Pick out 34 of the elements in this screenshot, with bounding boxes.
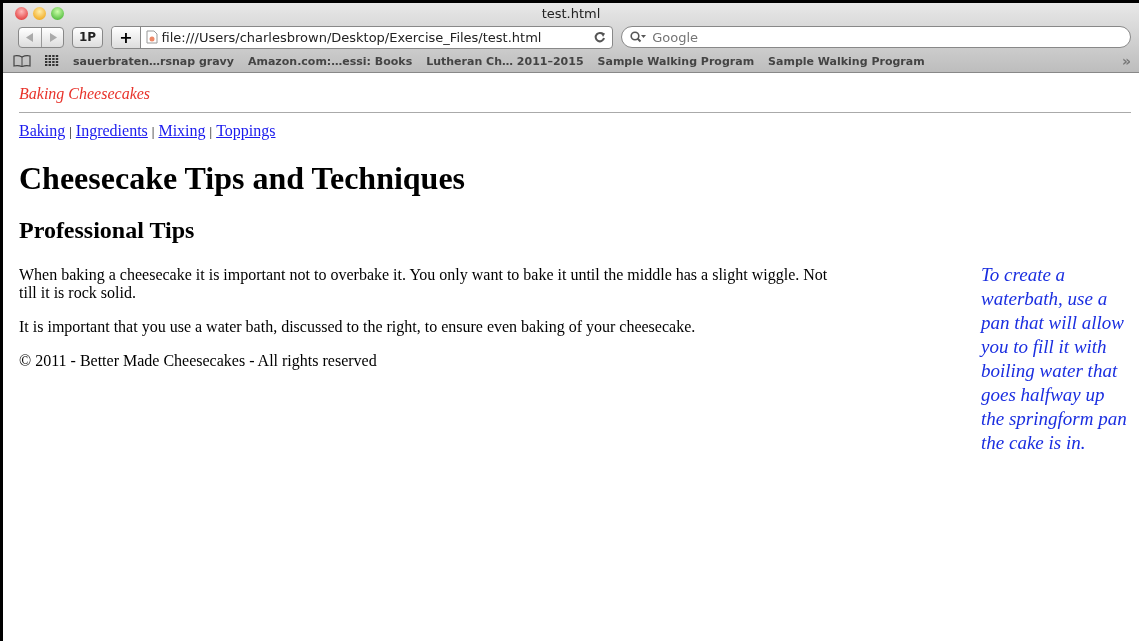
window-title: test.html [541, 6, 601, 21]
paragraph: It is important that you use a water bath, discussed to the right, to ensure even baking of your cheesecake. [19, 318, 697, 336]
reload-icon[interactable] [594, 31, 607, 43]
nav-link[interactable]: Toppings [216, 122, 276, 140]
bookmark-link[interactable]: Lutheran Ch… 2011–2015 [426, 54, 584, 68]
back-arrow-icon [26, 32, 34, 42]
nav-separator: | [69, 124, 72, 140]
forward-arrow-icon [48, 32, 57, 42]
file-icon [145, 30, 158, 44]
search-field[interactable]: Google [621, 26, 1131, 48]
address-field[interactable]: + file:///Users/charlesbrown/Desktop/Exercise_Files/test.html [111, 25, 614, 49]
add-bookmark-button[interactable]: + [112, 26, 141, 48]
close-icon[interactable] [15, 7, 28, 20]
search-icon [630, 31, 647, 43]
paragraph: When baking a cheesecake it is important not to overbake it. You only want to bake it until the middle has a slight wiggle. Not till it is rock solid. [19, 266, 829, 302]
search-field[interactable]: Google [650, 28, 1122, 46]
book-icon[interactable] [13, 55, 31, 67]
navigation-buttons[interactable] [18, 26, 64, 48]
reader-button[interactable]: 1P [72, 26, 104, 48]
bookmark-link[interactable]: sauerbraten…rsnap gravy [73, 54, 234, 68]
site-title: Baking Cheesecakes [19, 85, 152, 103]
nav-link[interactable]: Mixing [158, 122, 206, 140]
nav-separator: | [151, 124, 155, 140]
paragraph: © 2011 - Better Made Cheesecakes - All rights reserved [19, 352, 378, 370]
nav-link[interactable]: Ingredients [75, 122, 148, 140]
aside-note: To create a waterbath, use a pan that will allow you to fill it with boiling water that goes halfway up the springform pan the cake is in. [981, 263, 1128, 455]
section-heading: Professional Tips [19, 217, 196, 244]
grid-icon[interactable] [45, 55, 59, 67]
bookmark-link[interactable]: Sample Walking Program [597, 54, 755, 68]
nav-separator: | [209, 124, 213, 140]
page-heading: Cheesecake Tips and Techniques [19, 160, 467, 197]
bookmark-link[interactable]: Sample Walking Program [768, 54, 925, 68]
bookmark-link[interactable]: Amazon.com:…essi: Books [247, 54, 413, 68]
nav-link[interactable]: Baking [19, 122, 66, 140]
